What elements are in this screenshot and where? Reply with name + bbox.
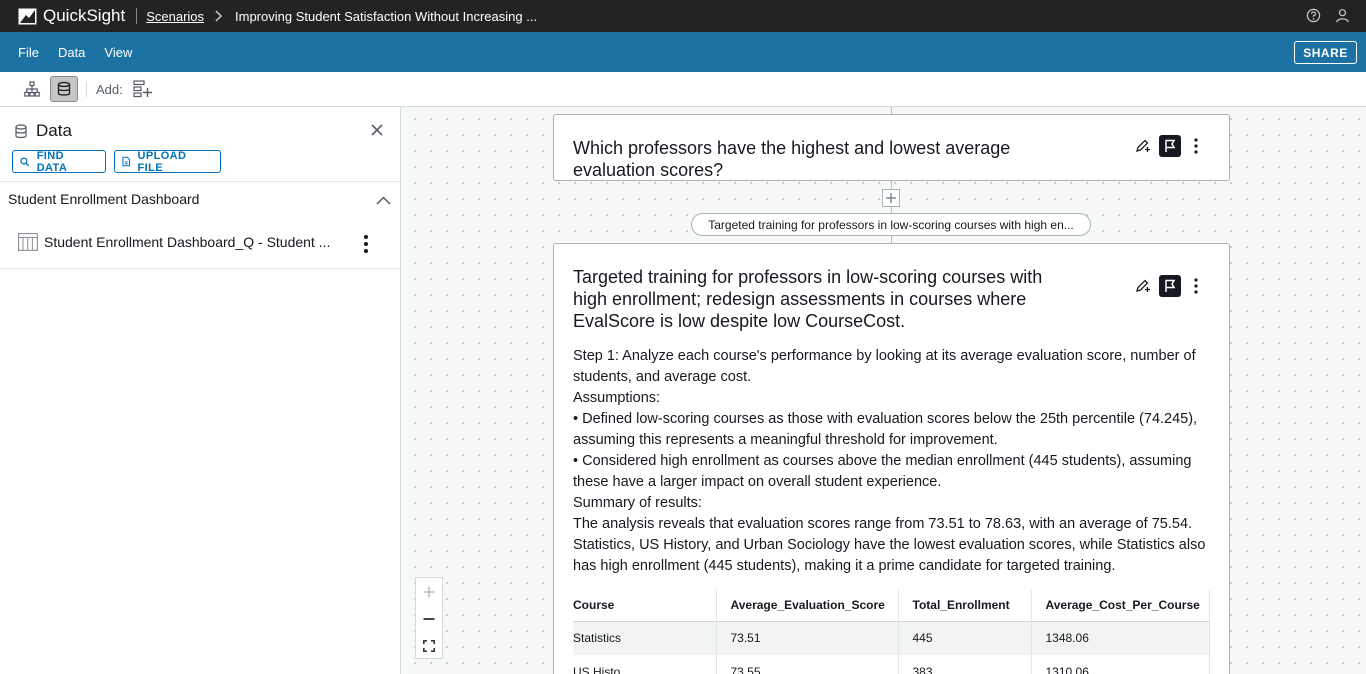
assumptions-heading: Assumptions:	[573, 390, 661, 406]
minus-icon	[423, 617, 435, 620]
card-more-button[interactable]	[1185, 275, 1207, 297]
help-icon[interactable]	[1306, 8, 1321, 23]
table-cell: Statistics	[573, 621, 717, 655]
add-visual-button[interactable]	[129, 76, 157, 102]
question-card[interactable]: Which professors have the highest and lo…	[553, 114, 1230, 181]
scenario-step-pill[interactable]: Targeted training for professors in low-…	[691, 213, 1091, 236]
results-table: Course Average_Evaluation_Score Total_En…	[573, 590, 1210, 674]
panel-divider	[0, 181, 400, 182]
database-icon	[15, 123, 27, 138]
plus-icon	[423, 586, 435, 597]
card-actions	[1132, 275, 1207, 297]
divider	[136, 8, 138, 24]
column-header[interactable]: Average_Evaluation_Score	[716, 590, 899, 622]
summary-text: The analysis reveals that evaluation sco…	[573, 514, 1213, 577]
user-icon[interactable]	[1335, 8, 1350, 23]
table-cell: 73.55	[716, 655, 899, 674]
flag-button[interactable]	[1159, 275, 1181, 297]
search-icon	[20, 156, 30, 166]
menu-file[interactable]: File	[18, 45, 39, 60]
quicksight-logo[interactable]: QuickSight	[18, 6, 125, 26]
flag-button[interactable]	[1159, 135, 1181, 157]
add-step-button[interactable]	[882, 189, 900, 207]
more-vertical-icon	[1194, 278, 1198, 294]
more-vertical-icon	[1194, 138, 1198, 154]
chevron-up-icon[interactable]	[376, 196, 391, 205]
chevron-right-icon	[215, 10, 223, 22]
add-visual-icon	[133, 80, 153, 98]
table-row: Statistics 73.51 445 1348.06	[573, 621, 1210, 655]
top-bar: QuickSight Scenarios Improving Student S…	[0, 0, 1366, 32]
card-actions	[1132, 135, 1207, 157]
step-text: Step 1: Analyze each course's performanc…	[573, 348, 1196, 385]
table-cell: US Histo	[573, 655, 717, 674]
fit-screen-button[interactable]	[416, 632, 442, 659]
hierarchy-icon	[24, 81, 40, 97]
panel-title: Data	[36, 121, 72, 140]
question-card-title: Which professors have the highest and lo…	[573, 138, 1011, 180]
zoom-in-button[interactable]	[416, 578, 442, 605]
edit-button[interactable]	[1132, 135, 1154, 157]
table-icon	[18, 233, 38, 251]
summary-sentence: The analysis reveals that evaluation sco…	[573, 516, 1193, 532]
zoom-controls	[415, 577, 443, 659]
more-vertical-icon[interactable]	[363, 234, 369, 254]
scenario-canvas[interactable]: Which professors have the highest and lo…	[401, 107, 1366, 674]
find-data-label: FIND DATA	[36, 149, 68, 174]
scenario-title: Improving Student Satisfaction Without I…	[235, 8, 538, 24]
upload-file-label: UPLOAD FILE	[137, 149, 187, 174]
menu-data[interactable]: Data	[58, 45, 85, 60]
edit-ai-icon	[1136, 279, 1150, 292]
plus-icon	[886, 193, 896, 203]
upload-file-button[interactable]: UPLOAD FILE	[114, 149, 221, 174]
analysis-card-title: Targeted training for professors in low-…	[573, 267, 1043, 331]
table-row: US Histo 73.55 383 1310.06	[573, 655, 1210, 674]
table-cell: 1348.06	[1031, 621, 1210, 655]
quicksight-logo-icon	[18, 8, 37, 24]
fit-screen-icon	[423, 639, 435, 652]
flag-icon	[1165, 279, 1176, 292]
flag-icon	[1165, 139, 1176, 152]
assumption-item: • Defined low-scoring courses as those w…	[573, 411, 1198, 448]
data-panel-button[interactable]	[50, 76, 78, 102]
column-header[interactable]: Course	[573, 590, 717, 622]
menu-bar: File Data View SHARE	[0, 32, 1366, 72]
dataset-item-label: Student Enrollment Dashboard_Q - Student…	[44, 234, 331, 250]
analysis-card[interactable]: Targeted training for professors in low-…	[553, 243, 1230, 674]
data-panel: Data FIND DATA UPLOAD FILE Student Enrol…	[0, 107, 401, 674]
scenario-step-pill-label: Targeted training for professors in low-…	[708, 217, 1074, 232]
toolbar-divider	[86, 81, 87, 97]
column-header[interactable]: Average_Cost_Per_Course	[1031, 590, 1210, 622]
panel-divider	[0, 268, 400, 269]
table-cell: 1310.06	[1031, 655, 1210, 674]
dataset-group-title: Student Enrollment Dashboard	[8, 191, 200, 207]
breadcrumb-scenarios-link[interactable]: Scenarios	[146, 9, 204, 24]
card-more-button[interactable]	[1185, 135, 1207, 157]
summary-heading: Summary of results:	[573, 495, 702, 511]
hierarchy-view-button[interactable]	[18, 76, 46, 102]
add-label: Add:	[96, 81, 123, 97]
edit-ai-icon	[1136, 139, 1150, 152]
summary-sentence: Statistics, US History, and Urban Sociol…	[573, 537, 1206, 574]
edit-button[interactable]	[1132, 275, 1154, 297]
share-button[interactable]: SHARE	[1294, 41, 1357, 64]
table-cell: 445	[898, 621, 1032, 655]
file-icon	[122, 156, 131, 167]
panel-header: Data	[14, 121, 72, 141]
table-cell: 73.51	[716, 621, 899, 655]
menu-view[interactable]: View	[104, 45, 132, 60]
close-icon[interactable]	[370, 123, 384, 137]
table-header-row: Course Average_Evaluation_Score Total_En…	[573, 590, 1210, 622]
toolbar: Add:	[0, 72, 1366, 107]
analysis-text: Step 1: Analyze each course's performanc…	[573, 346, 1213, 577]
table-cell: 383	[898, 655, 1032, 674]
column-header[interactable]: Total_Enrollment	[898, 590, 1032, 622]
app-name: QuickSight	[43, 6, 126, 25]
zoom-out-button[interactable]	[416, 605, 442, 632]
find-data-button[interactable]: FIND DATA	[12, 149, 106, 174]
dataset-item[interactable]: Student Enrollment Dashboard_Q - Student…	[18, 233, 378, 251]
assumption-item: • Considered high enrollment as courses …	[573, 453, 1192, 490]
database-icon	[57, 81, 71, 96]
